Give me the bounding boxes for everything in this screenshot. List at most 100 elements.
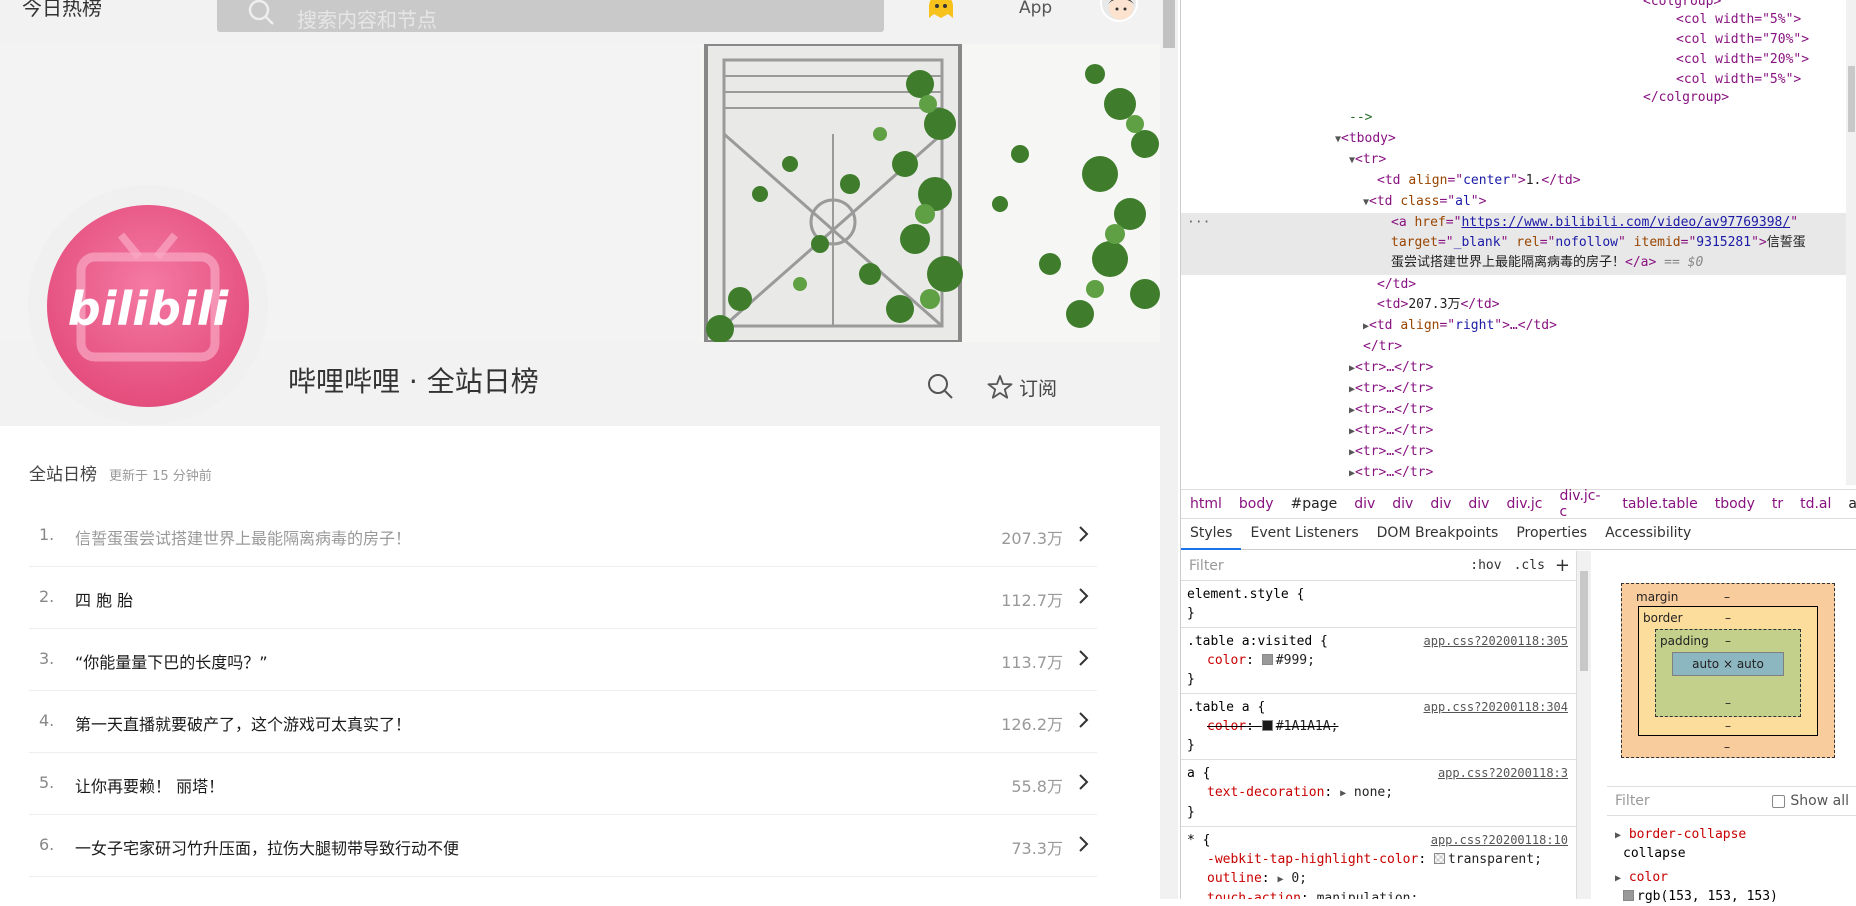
style-property[interactable]: text-decoration: ▶ none; — [1187, 783, 1570, 803]
rule-source-link[interactable]: app.css?20200118:305 — [1424, 632, 1569, 651]
styles-filter-input[interactable]: Filter — [1189, 558, 1224, 574]
page-scrollbar-thumb[interactable] — [1163, 0, 1175, 48]
box-model-border[interactable]: border – padding – auto × auto – – — [1638, 606, 1818, 736]
dom-line[interactable]: ▶<tr>…</tr> — [1349, 379, 1433, 399]
dom-line[interactable]: </colgroup> — [1643, 88, 1729, 108]
item-title[interactable]: 四 胞 胎 — [75, 587, 133, 611]
dom-line[interactable]: ▼<tr> — [1349, 150, 1386, 170]
item-title[interactable]: 让你再要赖！ 丽塔！ — [75, 773, 224, 797]
rule-source-link[interactable]: app.css?20200118:10 — [1431, 831, 1568, 850]
rule-source-link[interactable]: app.css?20200118:3 — [1438, 764, 1568, 783]
page-scrollbar[interactable] — [1160, 0, 1178, 899]
rule-selector[interactable]: element.style { — [1187, 585, 1570, 604]
list-item[interactable]: 5. 让你再要赖！ 丽塔！ 55.8万 — [29, 753, 1097, 815]
ghost-icon[interactable] — [926, 0, 956, 20]
expand-triangle-icon[interactable]: ▶ — [1340, 788, 1346, 799]
breadcrumb-item[interactable]: div.jc-c — [1559, 488, 1605, 520]
hov-toggle[interactable]: :hov — [1470, 558, 1501, 573]
transparent-swatch-icon[interactable] — [1433, 853, 1445, 864]
item-title[interactable]: 信誓蛋蛋尝试搭建世界上最能隔离病毒的房子！ — [75, 525, 411, 549]
tab-accessibility[interactable]: Accessibility — [1596, 519, 1700, 550]
style-property-overridden[interactable]: color: #1A1A1A; — [1187, 717, 1570, 736]
color-swatch-icon[interactable] — [1261, 654, 1273, 665]
dom-line[interactable]: <col width="20%"> — [1676, 50, 1809, 70]
dom-line[interactable]: ▶<tr>…</tr> — [1349, 442, 1433, 462]
dom-line-selected[interactable]: <a href="https://www.bilibili.com/video/… — [1391, 213, 1798, 233]
site-brand[interactable]: 今日热榜 — [22, 0, 102, 21]
color-swatch-icon[interactable] — [1261, 720, 1273, 731]
computed-property[interactable]: ▶ color — [1615, 869, 1778, 888]
item-title[interactable]: 一女子宅家研习竹升压面，拉伤大腿韧带导致行动不便 — [75, 835, 459, 859]
elements-scrollbar-thumb[interactable] — [1848, 66, 1855, 132]
list-item[interactable]: 4. 第一天直播就要破产了，这个游戏可太真实了！ 126.2万 — [29, 691, 1097, 753]
search-icon[interactable] — [926, 372, 954, 400]
computed-property[interactable]: ▶ border-collapse — [1615, 826, 1778, 845]
ellipsis-icon[interactable]: ··· — [1187, 213, 1210, 233]
breadcrumb-item[interactable]: body — [1239, 496, 1274, 512]
dom-line[interactable]: ▶<td align="right">…</td> — [1363, 316, 1557, 336]
computed-filter-input[interactable]: Filter — [1615, 793, 1650, 809]
breadcrumb-item[interactable]: div — [1430, 496, 1451, 512]
item-title[interactable]: 第一天直播就要破产了，这个游戏可太真实了！ — [75, 711, 411, 735]
style-property[interactable]: outline: ▶ 0; — [1187, 869, 1570, 889]
style-property[interactable]: color: #999; — [1187, 651, 1570, 670]
dom-line-selected[interactable]: target="_blank" rel="nofollow" itemid="9… — [1391, 233, 1806, 253]
dom-line[interactable]: --> — [1349, 108, 1372, 128]
dom-line[interactable]: <td align="center">1.</td> — [1377, 171, 1581, 191]
tab-dom-breakpoints[interactable]: DOM Breakpoints — [1368, 519, 1508, 550]
dom-line[interactable]: </td> — [1377, 275, 1416, 295]
color-swatch-icon[interactable] — [1623, 890, 1634, 901]
box-model-padding[interactable]: padding – auto × auto – — [1655, 629, 1801, 717]
dom-line[interactable]: ▶<tr>…</tr> — [1349, 421, 1433, 441]
box-model-margin[interactable]: margin – border – padding – auto × auto … — [1621, 583, 1835, 758]
expand-triangle-icon[interactable]: ▶ — [1615, 830, 1621, 841]
dom-line[interactable]: ▶<tr>…</tr> — [1349, 463, 1433, 483]
item-title[interactable]: “你能量量下巴的长度吗？” — [75, 649, 268, 673]
tab-properties[interactable]: Properties — [1507, 519, 1596, 550]
list-item[interactable]: 3. “你能量量下巴的长度吗？” 113.7万 — [29, 629, 1097, 691]
dom-line[interactable]: <td>207.3万</td> — [1377, 295, 1500, 315]
style-property[interactable]: touch-action: manipulation; — [1187, 889, 1570, 899]
subscribe-button[interactable]: 订阅 — [987, 372, 1057, 402]
breadcrumb-item[interactable]: div — [1392, 496, 1413, 512]
search-box[interactable]: 搜索内容和节点 — [217, 0, 884, 32]
styles-scrollbar-thumb[interactable] — [1580, 571, 1588, 671]
tab-styles[interactable]: Styles — [1181, 519, 1242, 550]
breadcrumb-item-current[interactable]: a — [1848, 496, 1856, 512]
expand-triangle-icon[interactable]: ▶ — [1277, 874, 1283, 885]
box-model-content[interactable]: auto × auto — [1672, 652, 1784, 676]
dom-line[interactable]: <col width="70%"> — [1676, 30, 1809, 50]
dom-line-selected[interactable]: 蛋尝试搭建世界上最能隔离病毒的房子！</a> == $0 — [1391, 253, 1703, 273]
list-item[interactable]: 2. 四 胞 胎 112.7万 — [29, 567, 1097, 629]
tab-event-listeners[interactable]: Event Listeners — [1241, 519, 1367, 550]
breadcrumb-item[interactable]: td.al — [1800, 496, 1831, 512]
dom-line[interactable]: </tr> — [1363, 337, 1402, 357]
app-link[interactable]: App — [1019, 0, 1052, 18]
new-rule-button[interactable]: + — [1555, 555, 1570, 576]
breadcrumb-item[interactable]: table.table — [1622, 496, 1697, 512]
show-all-checkbox[interactable] — [1772, 794, 1786, 808]
expand-triangle-icon[interactable]: ▶ — [1615, 873, 1621, 884]
dom-line[interactable]: ▶<tr>…</tr> — [1349, 400, 1433, 420]
styles-scrollbar[interactable] — [1577, 551, 1591, 899]
dom-line[interactable]: ▼<tbody> — [1335, 129, 1396, 149]
cls-toggle[interactable]: .cls — [1514, 558, 1545, 573]
list-item[interactable]: 6. 一女子宅家研习竹升压面，拉伤大腿韧带导致行动不便 73.3万 — [29, 815, 1097, 877]
dom-line[interactable]: <col width="5%"> — [1676, 10, 1801, 30]
show-all-toggle[interactable]: Show all — [1772, 793, 1849, 809]
rule-source-link[interactable]: app.css?20200118:304 — [1424, 698, 1569, 717]
breadcrumb-item[interactable]: div — [1468, 496, 1489, 512]
style-property[interactable]: -webkit-tap-highlight-color: transparent… — [1187, 850, 1570, 869]
breadcrumb-item[interactable]: tr — [1772, 496, 1783, 512]
user-avatar[interactable] — [1100, 0, 1138, 22]
breadcrumb-item[interactable]: #page — [1291, 496, 1338, 512]
breadcrumb-item[interactable]: html — [1190, 496, 1222, 512]
href-link[interactable]: https://www.bilibili.com/video/av9776939… — [1461, 215, 1790, 230]
breadcrumb-item[interactable]: div — [1354, 496, 1375, 512]
list-item[interactable]: 1. 信誓蛋蛋尝试搭建世界上最能隔离病毒的房子！ 207.3万 — [29, 505, 1097, 567]
breadcrumb-item[interactable]: div.jc — [1506, 496, 1542, 512]
dom-line[interactable]: <col width="5%"> — [1676, 70, 1801, 90]
dom-line[interactable]: ▶<tr>…</tr> — [1349, 358, 1433, 378]
breadcrumb-item[interactable]: tbody — [1715, 496, 1755, 512]
dom-line[interactable]: ▼<td class="al"> — [1363, 192, 1486, 212]
